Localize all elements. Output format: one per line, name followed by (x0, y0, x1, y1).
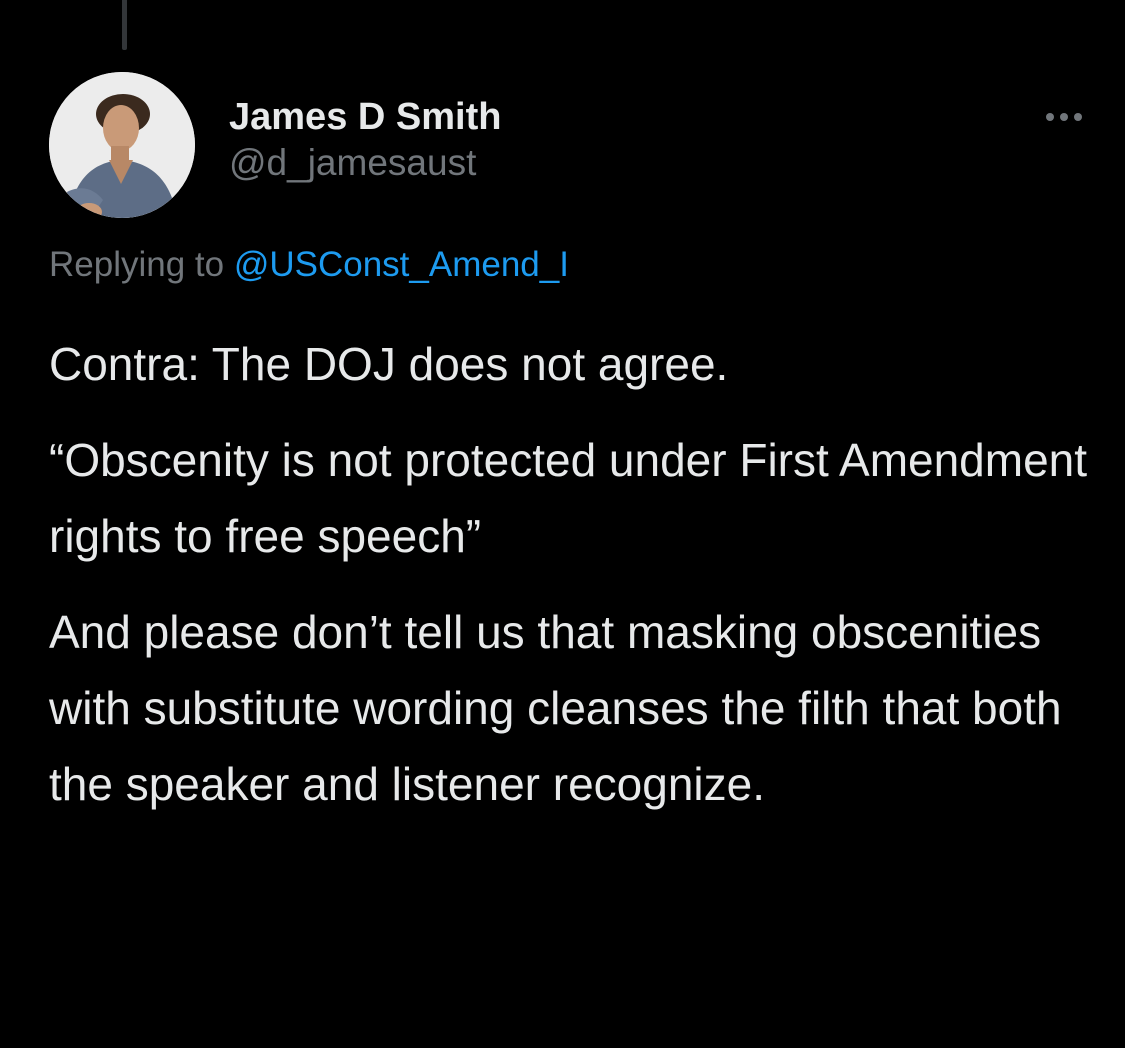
profile-photo-icon (49, 72, 195, 218)
tweet-body: Contra: The DOJ does not agree. “Obsceni… (49, 326, 1099, 842)
avatar[interactable] (49, 72, 195, 218)
tweet-header: James D Smith @d_jamesaust (49, 72, 1089, 218)
thread-connector-line (122, 0, 127, 50)
replying-to-label: Replying to (49, 245, 234, 284)
replying-to: Replying to @USConst_Amend_I (49, 243, 569, 287)
author-display-name[interactable]: James D Smith (229, 94, 501, 140)
tweet-paragraph: And please don’t tell us that masking ob… (49, 606, 1062, 810)
replying-to-mention-link[interactable]: @USConst_Amend_I (234, 245, 569, 284)
tweet-paragraph: Contra: The DOJ does not agree. (49, 338, 729, 390)
more-options-button[interactable] (1039, 102, 1089, 132)
author-names: James D Smith @d_jamesaust (229, 94, 501, 186)
tweet-paragraph: “Obscenity is not protected under First … (49, 434, 1088, 562)
ellipsis-icon (1046, 113, 1082, 121)
author-handle[interactable]: @d_jamesaust (229, 140, 501, 186)
